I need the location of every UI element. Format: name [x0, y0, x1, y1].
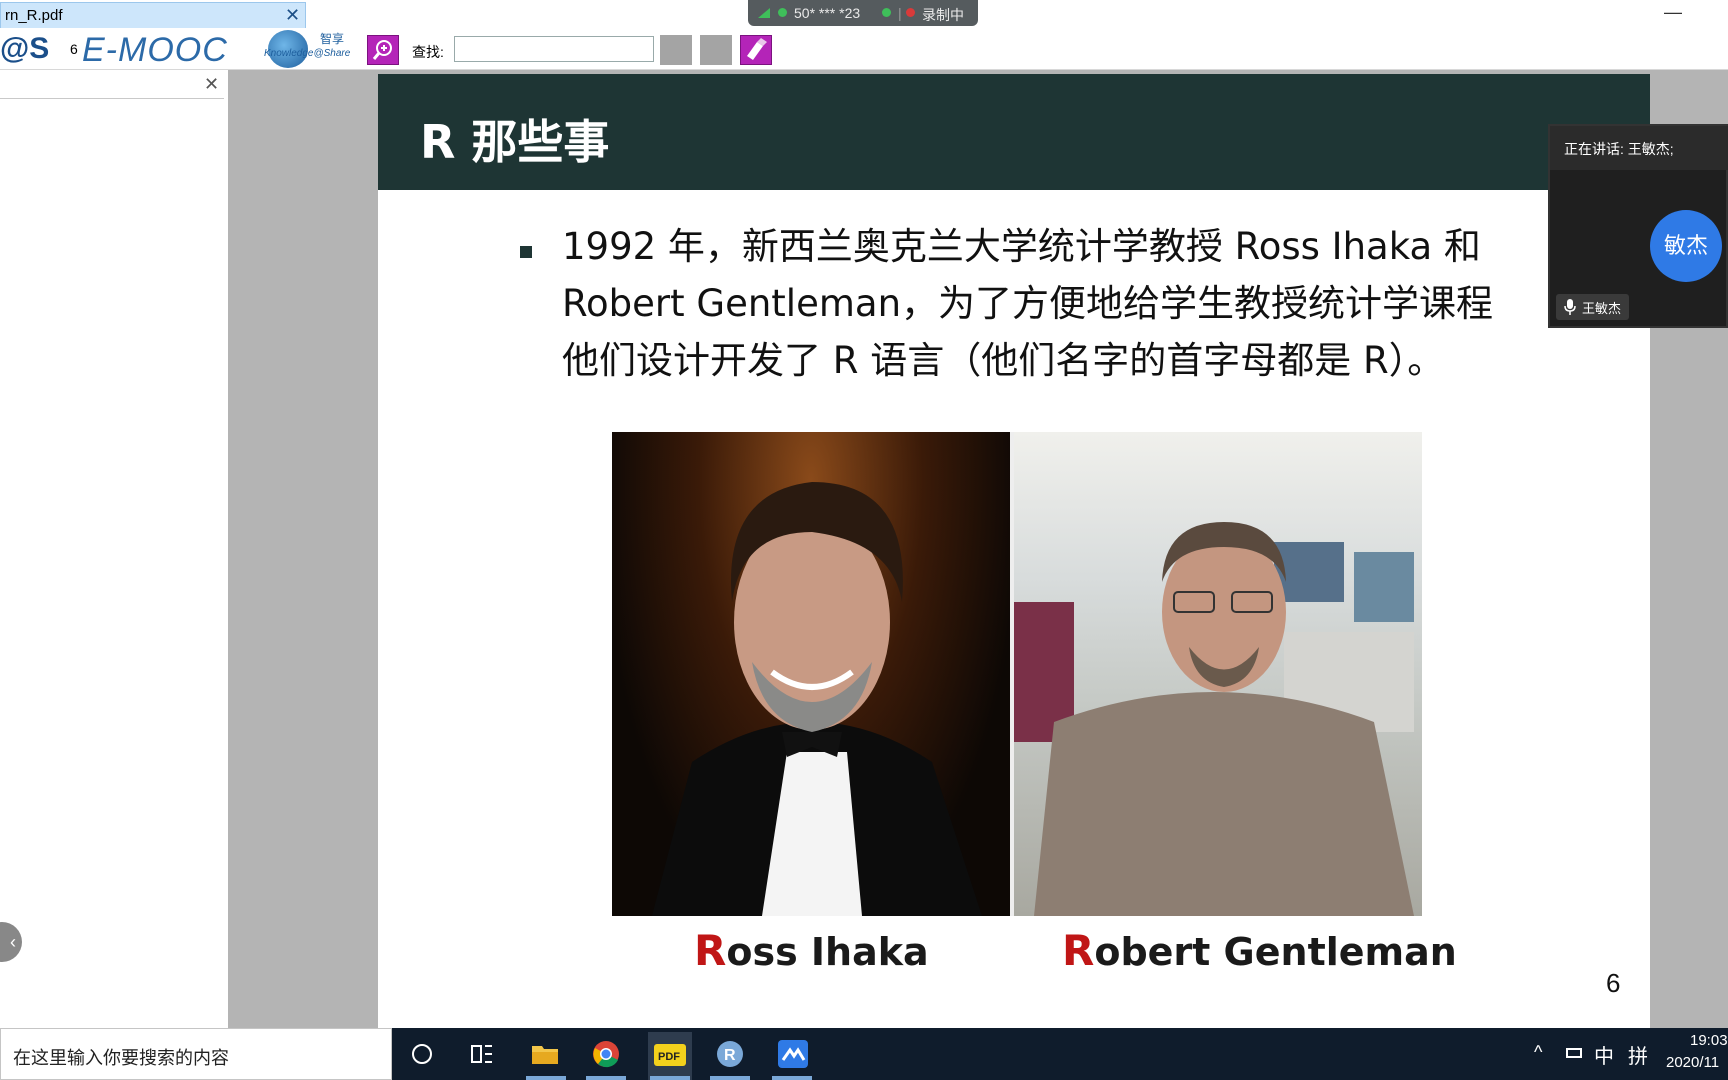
- tab-title: rn_R.pdf: [5, 7, 63, 24]
- find-input[interactable]: [454, 36, 654, 62]
- microphone-icon: [1564, 299, 1576, 315]
- photo-ross-ihaka: [612, 432, 1010, 916]
- active-indicator: [650, 1076, 690, 1080]
- keyboard-mode[interactable]: 拼: [1628, 1040, 1648, 1069]
- clock-time[interactable]: 19:03: [1690, 1032, 1728, 1049]
- tray-expand-icon[interactable]: ^: [1534, 1042, 1542, 1063]
- caption-robert-gentleman: Robert Gentleman: [1062, 926, 1457, 975]
- separator: |: [898, 5, 902, 21]
- highlighter-icon: [747, 38, 767, 60]
- document-viewer[interactable]: R 那些事 1992 年，新西兰奥克兰大学统计学教授 Ross Ihaka 和 …: [228, 70, 1728, 1028]
- active-indicator: [710, 1076, 750, 1080]
- panel-close-icon[interactable]: ✕: [204, 74, 219, 95]
- video-panel[interactable]: 正在讲话: 王敏杰; 敏杰 王敏杰: [1548, 124, 1728, 328]
- chrome-icon[interactable]: [592, 1040, 620, 1068]
- toolbar: @S 6 E-MOOC 智享 Knowledge@Share 查找:: [0, 28, 1728, 70]
- participant-label: 王敏杰: [1556, 294, 1630, 320]
- body-line: 他们设计开发了 R 语言（他们名字的首字母都是 R）。: [562, 339, 1445, 382]
- body-line: 1992 年，新西兰奥克兰大学统计学教授 Ross Ihaka 和: [562, 225, 1481, 268]
- emooc-logo: E-MOOC: [82, 31, 228, 69]
- caption-initial: R: [1062, 926, 1095, 975]
- cortana-icon[interactable]: [410, 1042, 434, 1066]
- slide-page: R 那些事 1992 年，新西兰奥克兰大学统计学教授 Ross Ihaka 和 …: [378, 74, 1650, 1028]
- find-next-button[interactable]: [700, 35, 732, 65]
- active-indicator: [526, 1076, 566, 1080]
- collapse-panel-button[interactable]: ‹: [0, 922, 22, 962]
- page-input[interactable]: 6: [70, 41, 78, 57]
- pdf-reader-icon: PDF: [654, 1044, 686, 1066]
- highlight-button[interactable]: [740, 35, 772, 65]
- status-dot-icon: [882, 8, 891, 17]
- bullet-icon: [520, 246, 532, 258]
- zoom-in-button[interactable]: [367, 35, 399, 65]
- recording-label: 录制中: [922, 7, 964, 23]
- recording-dot-icon: [906, 8, 915, 17]
- left-panel: ✕ ‹: [0, 70, 228, 1028]
- taskbar-search-box[interactable]: 在这里输入你要搜索的内容: [0, 1028, 392, 1080]
- taskbar: 在这里输入你要搜索的内容 PDF R ^ 中 拼 19:03 2020/11: [0, 1028, 1728, 1080]
- participant-name: 王敏杰: [1582, 301, 1622, 316]
- page-number: 6: [1606, 968, 1621, 998]
- caption-rest: obert Gentleman: [1094, 930, 1457, 974]
- find-prev-button[interactable]: [660, 35, 692, 65]
- file-explorer-icon[interactable]: [530, 1040, 560, 1068]
- logo-zh: 智享: [320, 32, 345, 46]
- minimize-button[interactable]: —: [1664, 2, 1682, 23]
- portrait-image: [1014, 522, 1414, 916]
- slide-title: R 那些事: [420, 115, 610, 169]
- knowledge-share-logo: 智享 Knowledge@Share: [262, 28, 362, 70]
- caption-rest: oss Ihaka: [726, 930, 929, 974]
- photo-robert-gentleman: [1014, 432, 1422, 916]
- tab-close-icon[interactable]: ✕: [285, 4, 300, 26]
- status-dot-icon: [778, 8, 787, 17]
- speaking-label: 正在讲话: 王敏杰;: [1550, 126, 1728, 170]
- meeting-number: 50* *** *23: [794, 5, 861, 21]
- active-indicator: [586, 1076, 626, 1080]
- logo-en: Knowledge@Share: [264, 48, 351, 59]
- tab-pdf[interactable]: rn_R.pdf ✕: [0, 2, 306, 28]
- slide-body: 1992 年，新西兰奥克兰大学统计学教授 Ross Ihaka 和 Robert…: [562, 218, 1622, 389]
- signal-icon: [758, 8, 770, 18]
- body-line: Robert Gentleman，为了方便地给学生教授统计学课程: [562, 282, 1494, 325]
- ime-indicator[interactable]: 中: [1594, 1040, 1614, 1069]
- portrait-image: [652, 482, 982, 916]
- caption-ross-ihaka: Ross Ihaka: [694, 926, 929, 975]
- active-indicator: [772, 1076, 812, 1080]
- divider: [0, 98, 224, 99]
- magnifier-plus-icon: [372, 40, 392, 60]
- pdf-reader-app[interactable]: PDF: [648, 1032, 692, 1080]
- meeting-status-bar[interactable]: 50* *** *23 | 录制中: [748, 0, 978, 26]
- meeting-icon[interactable]: [778, 1040, 808, 1068]
- svg-text:R: R: [724, 1047, 736, 1064]
- task-view-icon[interactable]: [470, 1042, 494, 1066]
- avatar: 敏杰: [1650, 210, 1722, 282]
- svg-text:PDF: PDF: [658, 1051, 680, 1063]
- logo-as: @S: [0, 32, 50, 65]
- battery-icon[interactable]: [1566, 1048, 1582, 1058]
- slide-header: R 那些事: [378, 74, 1650, 190]
- caption-initial: R: [694, 926, 727, 975]
- tab-strip: rn_R.pdf ✕ 50* *** *23 | 录制中 —: [0, 0, 1728, 28]
- clock-date[interactable]: 2020/11: [1666, 1054, 1719, 1071]
- find-label: 查找:: [412, 44, 444, 60]
- search-placeholder: 在这里输入你要搜索的内容: [13, 1048, 229, 1068]
- r-icon[interactable]: R: [716, 1040, 744, 1068]
